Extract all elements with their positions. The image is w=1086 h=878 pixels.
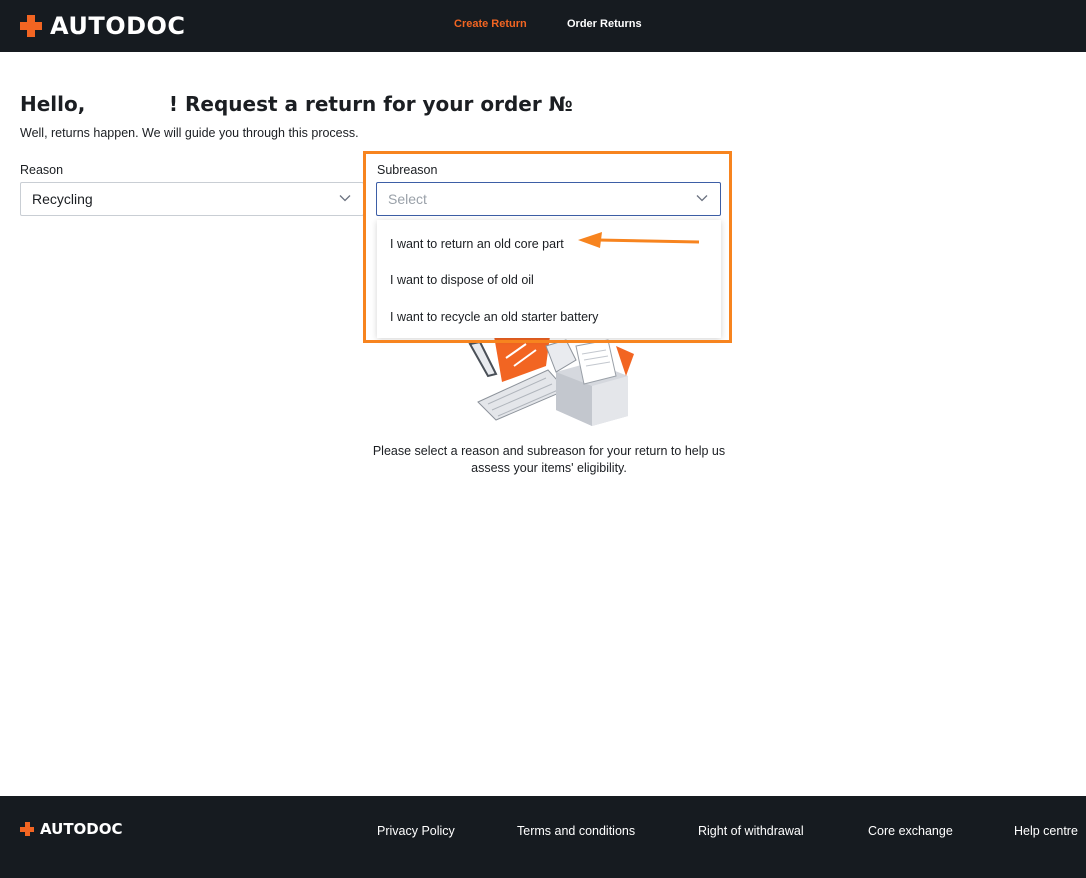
top-header: AUTODOC Create Return Order Returns	[0, 0, 1086, 52]
return-illustration	[468, 336, 634, 426]
footer-link-privacy-policy[interactable]: Privacy Policy	[377, 824, 455, 838]
plus-logo-icon	[20, 822, 34, 836]
footer-brand-name: AUTODOC	[40, 820, 123, 838]
reason-select[interactable]: Recycling	[20, 182, 364, 216]
help-text: Please select a reason and subreason for…	[372, 444, 726, 475]
brand-logo[interactable]: AUTODOC	[20, 12, 186, 40]
reason-selected-value: Recycling	[32, 191, 93, 207]
nav-order-returns[interactable]: Order Returns	[567, 18, 642, 30]
footer-brand-logo[interactable]: AUTODOC	[20, 820, 123, 838]
footer-link-withdrawal[interactable]: Right of withdrawal	[698, 824, 804, 838]
nav-create-return[interactable]: Create Return	[454, 18, 527, 30]
page-title: Hello, ! Request a return for your order…	[20, 92, 573, 116]
reason-label: Reason	[20, 163, 64, 177]
chevron-down-icon	[339, 195, 351, 202]
annotation-arrow-icon	[578, 232, 700, 248]
footer-link-core-exchange[interactable]: Core exchange	[868, 824, 953, 838]
footer-link-terms[interactable]: Terms and conditions	[517, 824, 635, 838]
plus-logo-icon	[20, 15, 42, 37]
brand-name: AUTODOC	[50, 12, 186, 40]
footer-link-help-centre[interactable]: Help centre	[1014, 824, 1078, 838]
footer: AUTODOC Privacy Policy Terms and conditi…	[0, 796, 1086, 878]
page-subtitle: Well, returns happen. We will guide you …	[20, 126, 359, 140]
